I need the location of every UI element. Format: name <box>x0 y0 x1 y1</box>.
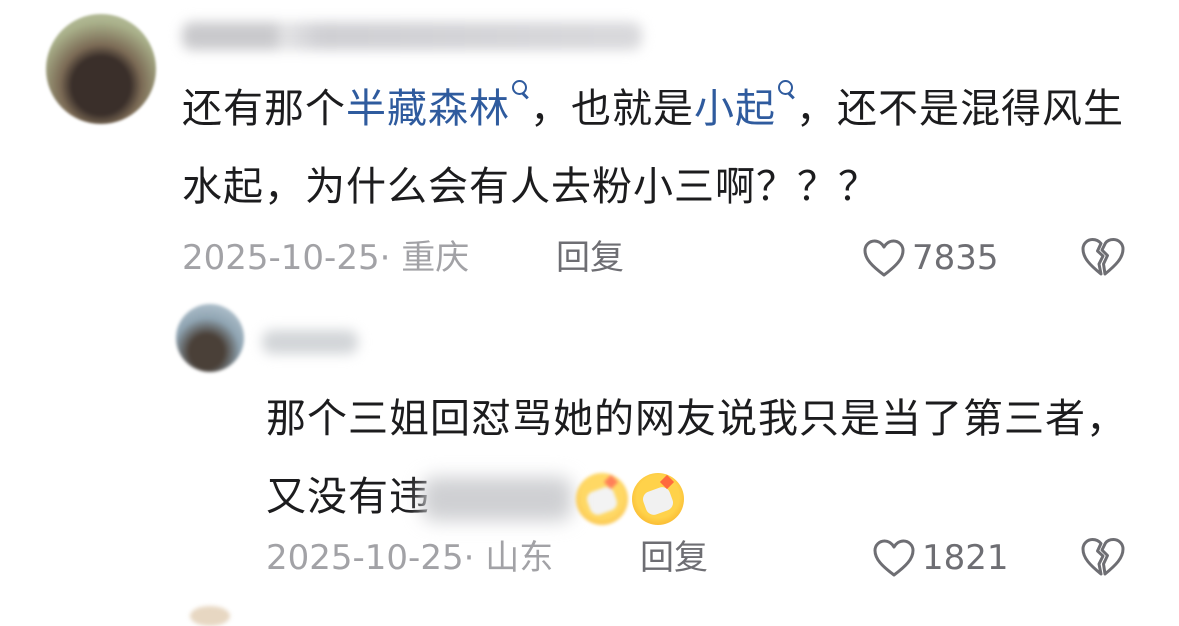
heart-icon[interactable] <box>872 538 916 578</box>
next-comment-avatar-partial <box>190 606 230 626</box>
commenter-avatar[interactable] <box>46 14 156 124</box>
like-count: 7835 <box>912 238 999 278</box>
reply-body: 那个三姐回怼骂她的网友说我只是当了第三者，又没有违 <box>266 380 1146 536</box>
like-button[interactable]: 1821 <box>872 536 1009 580</box>
reply-date-location: 2025-10-25· 山东 <box>266 538 554 578</box>
like-button[interactable]: 7835 <box>862 236 999 280</box>
keyword-label[interactable]: 半藏森林 <box>346 86 510 132</box>
shocked-face-emoji-icon <box>632 473 684 525</box>
search-icon[interactable] <box>776 78 796 108</box>
broken-heart-icon[interactable] <box>1080 536 1126 578</box>
comment-date-location: 2025-10-25· 重庆 <box>182 238 470 278</box>
reply-button[interactable]: 回复 <box>640 536 708 580</box>
comment-meta-row: 2025-10-25· 重庆 回复 7835 <box>0 236 1179 280</box>
broken-heart-icon[interactable] <box>1080 236 1126 278</box>
comment-body: 还有那个半藏森林 ，也就是小起 ，还不是混得风生水起，为什么会有人去粉小三啊？？？ <box>182 70 1142 226</box>
commenter-name-redacted[interactable] <box>182 22 642 50</box>
redacted-text <box>422 477 572 521</box>
reply-text: 那个三姐回怼骂她的网友说我只是当了第三者，又没有违 <box>266 396 1127 520</box>
keyword-label[interactable]: 小起 <box>694 86 776 132</box>
shocked-face-emoji-icon <box>576 473 628 525</box>
reply-button[interactable]: 回复 <box>556 236 624 280</box>
keyword-link-xiaoqi[interactable]: 小起 <box>694 80 796 132</box>
reply-meta-row: 2025-10-25· 山东 回复 1821 <box>0 536 1179 580</box>
like-count: 1821 <box>922 538 1009 578</box>
replier-name-redacted[interactable] <box>262 330 358 354</box>
heart-icon[interactable] <box>862 238 906 278</box>
comment-text-part: ，也就是 <box>530 86 694 132</box>
keyword-link-banzang-senlin[interactable]: 半藏森林 <box>346 80 530 132</box>
replier-avatar[interactable] <box>176 304 244 372</box>
comment-text-part: 还有那个 <box>182 86 346 132</box>
search-icon[interactable] <box>510 78 530 108</box>
